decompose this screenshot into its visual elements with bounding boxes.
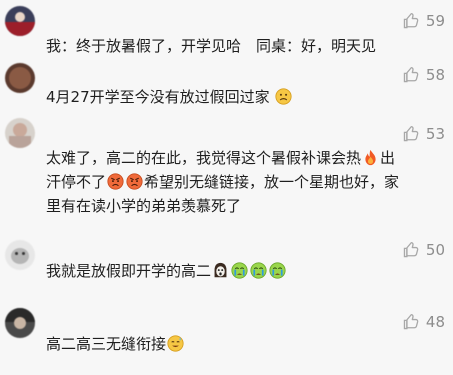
angry-face-emoji — [126, 173, 143, 190]
like-count: 59 — [425, 12, 445, 30]
comment-text: 高二高三无缝衔接 — [46, 332, 446, 356]
confused-face-emoji — [275, 88, 292, 105]
thumbs-up-icon — [403, 66, 419, 83]
avatar[interactable] — [5, 63, 35, 93]
like-count: 50 — [425, 241, 445, 259]
like-count: 58 — [425, 66, 445, 84]
sweat-smile-emoji — [167, 335, 184, 352]
like-button[interactable]: 53 — [402, 124, 445, 144]
like-button[interactable]: 50 — [402, 240, 445, 260]
thumbs-up-icon — [403, 12, 419, 29]
avatar[interactable] — [5, 240, 35, 270]
like-button[interactable]: 58 — [402, 65, 445, 85]
thumbs-up-icon — [403, 125, 419, 142]
like-button[interactable]: 48 — [402, 312, 445, 332]
like-button[interactable]: 59 — [402, 11, 445, 31]
comment-text: 我就是放假即开学的高二 — [46, 259, 446, 283]
avatar[interactable] — [5, 308, 35, 338]
crying-face-emoji — [231, 262, 248, 279]
comment-list: 59 我：终于放暑假了，开学见哈 同桌：好，明天见 58 4月27开学至今没有放… — [0, 0, 453, 375]
fire-emoji — [365, 149, 376, 166]
angry-face-emoji — [107, 173, 124, 190]
thumbs-up-icon — [403, 241, 419, 258]
comment-text: 4月27开学至今没有放过假回过家 — [46, 85, 446, 109]
comment-text: 我：终于放暑假了，开学见哈 同桌：好，明天见 — [46, 37, 377, 55]
avatar[interactable] — [5, 6, 35, 36]
crying-face-emoji — [269, 262, 286, 279]
thumbs-up-icon — [403, 313, 419, 330]
like-count: 53 — [425, 125, 445, 143]
avatar[interactable] — [5, 118, 35, 148]
comment-text: 太难了，高二的在此，我觉得这个暑假补课会热 出 汗停不了 希望别无缝链接，放一个… — [46, 149, 400, 215]
ghost-face-emoji — [214, 262, 227, 278]
crying-face-emoji — [250, 262, 267, 279]
like-count: 48 — [425, 313, 445, 331]
